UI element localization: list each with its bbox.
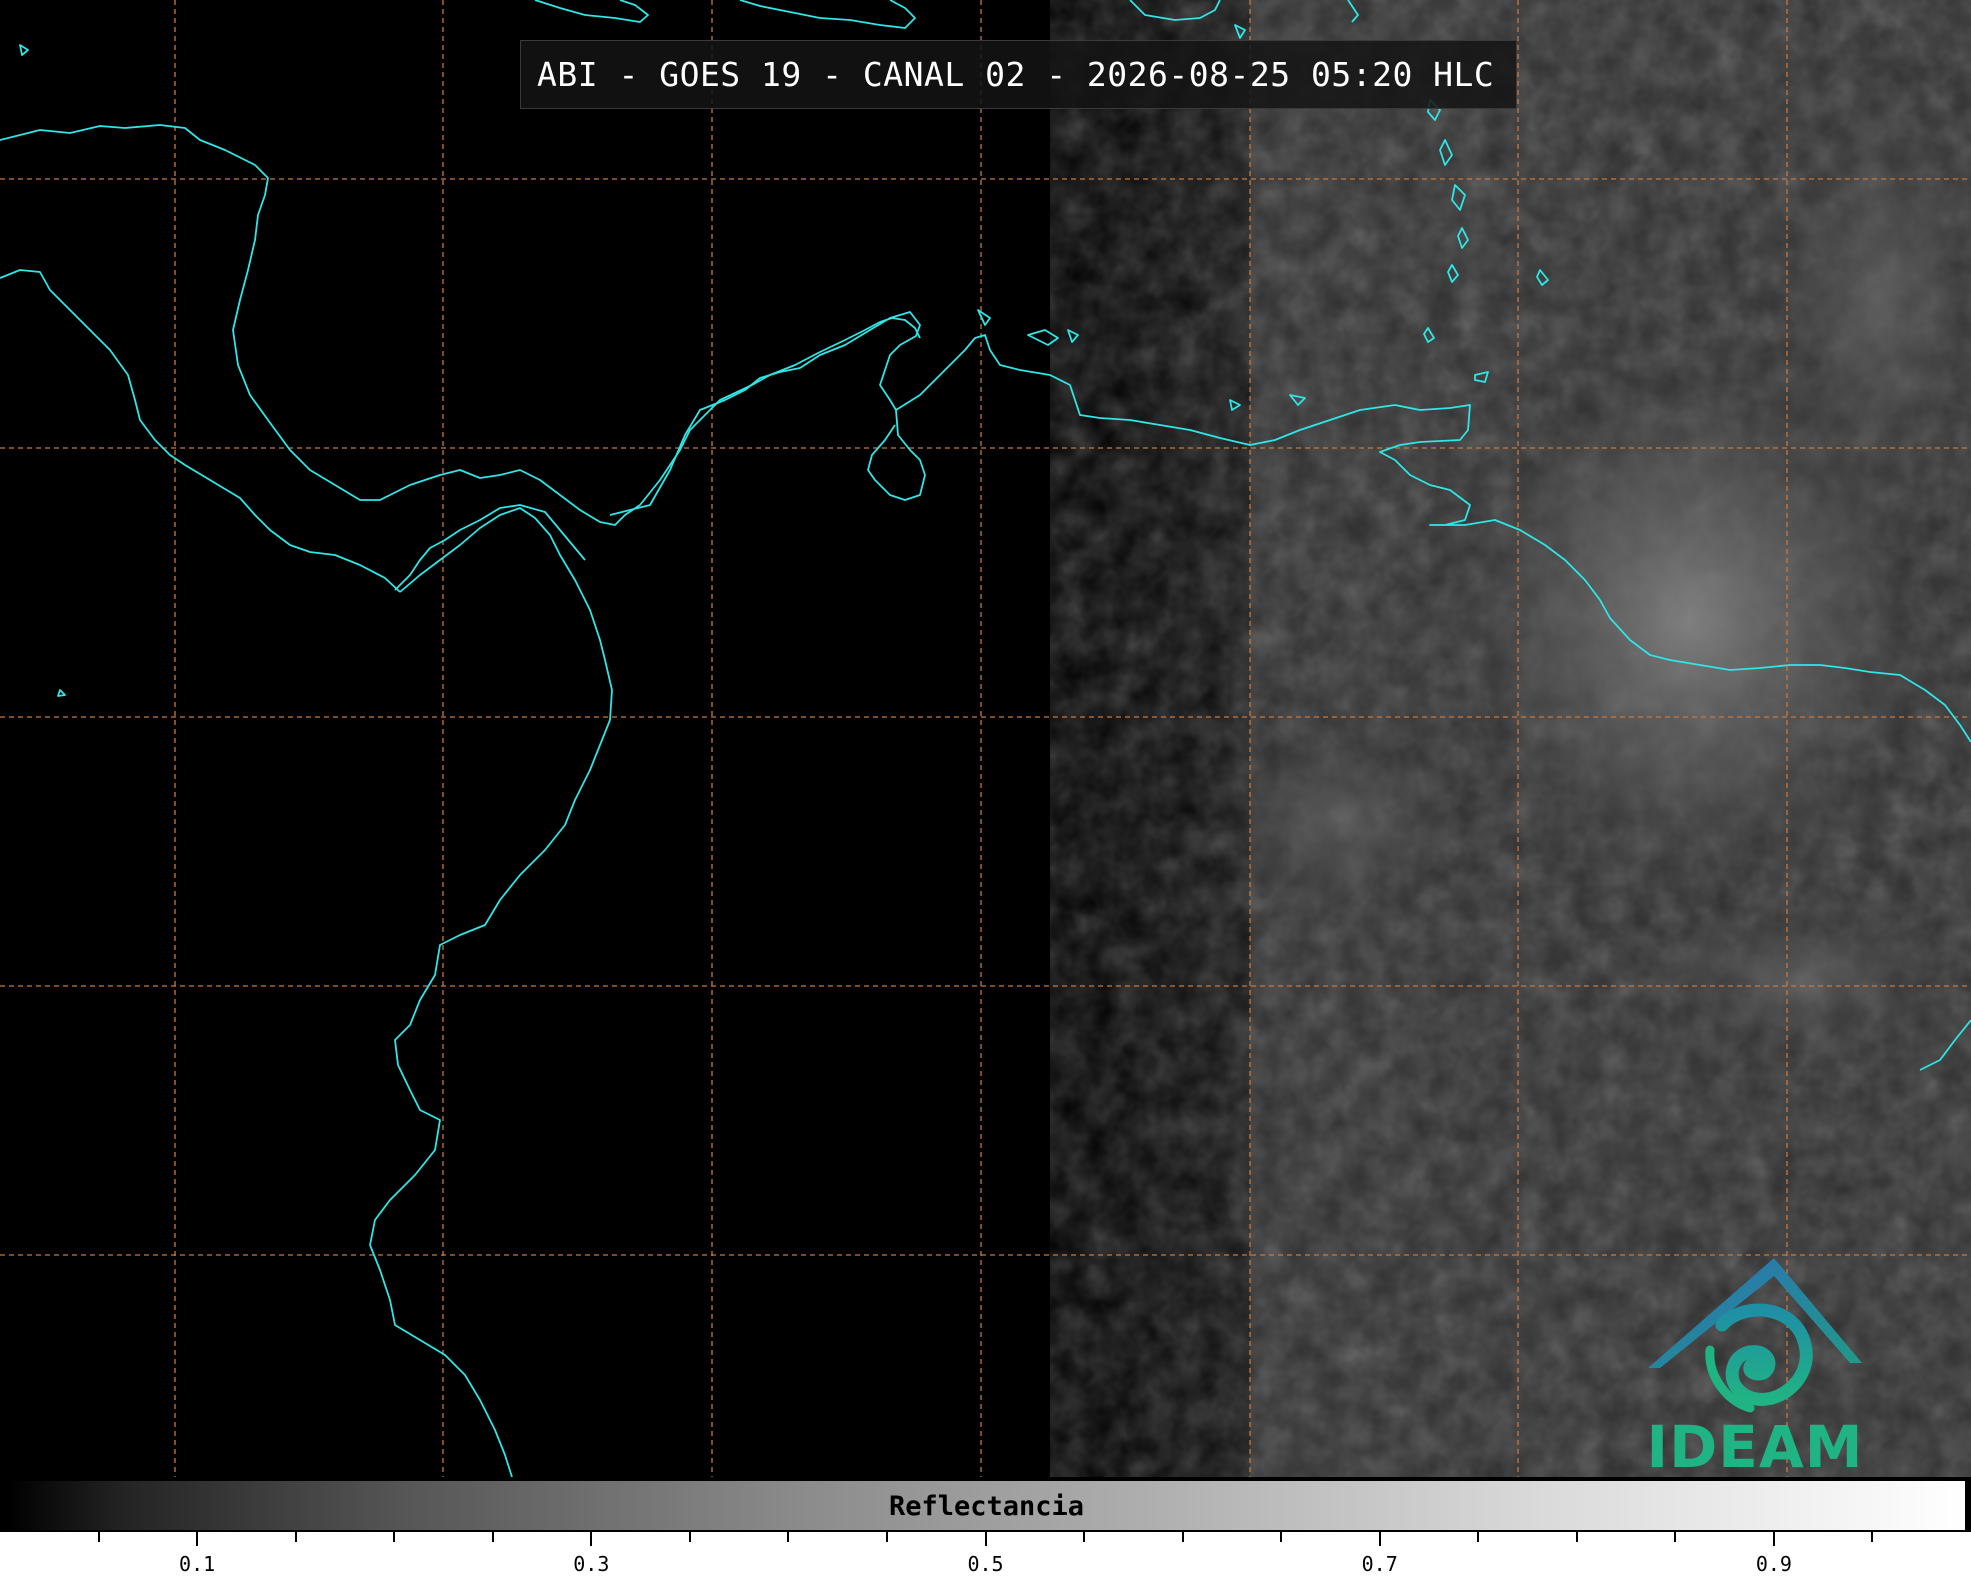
colorbar-minor-tick xyxy=(688,1532,691,1542)
colorbar-minor-tick xyxy=(1477,1532,1480,1542)
colorbar-minor-tick xyxy=(1181,1532,1184,1542)
colorbar-major-tick xyxy=(1378,1532,1381,1546)
logo-text: IDEAM xyxy=(1646,1413,1864,1477)
colorbar-axis: 0.1 0.3 0.5 0.7 0.9 xyxy=(0,1532,1971,1577)
reflectance-colorbar: Reflectancia xyxy=(6,1479,1967,1532)
colorbar-minor-tick xyxy=(294,1532,297,1542)
colorbar-major-tick xyxy=(984,1532,987,1546)
colorbar-minor-tick xyxy=(1674,1532,1677,1542)
colorbar-tick-label: 0.3 xyxy=(573,1552,610,1576)
colorbar-major-tick xyxy=(196,1532,199,1546)
colorbar-minor-tick xyxy=(1083,1532,1086,1542)
colorbar-tick-label: 0.1 xyxy=(179,1552,216,1576)
satellite-map: ABI - GOES 19 - CANAL 02 - 2026-08-25 05… xyxy=(0,0,1971,1477)
colorbar-tick-label: 0.5 xyxy=(967,1552,1004,1576)
colorbar-minor-tick xyxy=(393,1532,396,1542)
image-title: ABI - GOES 19 - CANAL 02 - 2026-08-25 05… xyxy=(520,40,1518,109)
colorbar-label: Reflectancia xyxy=(888,1491,1085,1522)
colorbar-tick-label: 0.9 xyxy=(1755,1552,1792,1576)
colorbar-major-tick xyxy=(590,1532,593,1546)
colorbar-minor-tick xyxy=(1871,1532,1874,1542)
colorbar-minor-tick xyxy=(885,1532,888,1542)
colorbar-minor-tick xyxy=(491,1532,494,1542)
colorbar-tick-label: 0.7 xyxy=(1361,1552,1398,1576)
colorbar-minor-tick xyxy=(1575,1532,1578,1542)
colorbar-minor-tick xyxy=(97,1532,100,1542)
ideam-logo: IDEAM xyxy=(1640,1250,1870,1477)
logo-emblem xyxy=(1648,1258,1862,1413)
colorbar-major-tick xyxy=(1772,1532,1775,1546)
colorbar-minor-tick xyxy=(787,1532,790,1542)
colorbar-minor-tick xyxy=(1280,1532,1283,1542)
